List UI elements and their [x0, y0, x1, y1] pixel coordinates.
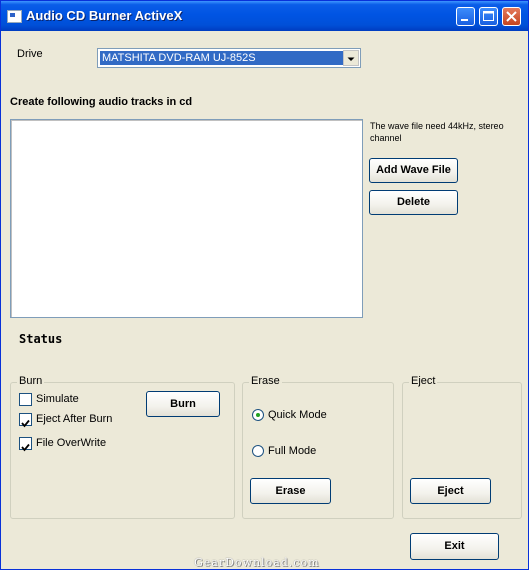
drive-label: Drive	[17, 48, 43, 60]
full-mode-label: Full Mode	[268, 445, 317, 457]
dropdown-arrow-button[interactable]	[343, 50, 359, 66]
tracks-list[interactable]	[10, 119, 363, 318]
minimize-icon	[461, 19, 468, 21]
burn-group: Burn Simulate Eject After Burn File Over…	[10, 375, 235, 519]
eject-group-caption: Eject	[409, 375, 438, 387]
drive-select[interactable]: MATSHITA DVD-RAM UJ-852S	[97, 48, 361, 68]
eject-group: Eject Eject	[402, 375, 522, 519]
eject-button[interactable]: Eject	[410, 478, 491, 504]
eject-button-label: Eject	[437, 485, 464, 497]
delete-button[interactable]: Delete	[369, 190, 458, 215]
wave-format-note-line: channel	[370, 133, 402, 143]
eject-after-burn-label: Eject After Burn	[36, 413, 113, 425]
app-icon	[7, 10, 22, 23]
tracks-heading: Create following audio tracks in cd	[10, 96, 193, 108]
quick-mode-label: Quick Mode	[268, 409, 327, 421]
wave-format-note-line: The wave file need 44kHz, stereo	[370, 121, 504, 131]
exit-button[interactable]: Exit	[410, 533, 499, 560]
erase-group: Erase Quick Mode Full Mode Erase	[242, 375, 394, 519]
chevron-down-icon	[347, 57, 355, 61]
watermark-text: GearDownload.com	[194, 556, 320, 569]
add-wave-file-label: Add Wave File	[376, 164, 451, 176]
radio-selected-dot	[256, 413, 260, 417]
erase-button[interactable]: Erase	[250, 478, 331, 504]
eject-after-burn-checkbox[interactable]	[19, 413, 32, 428]
file-overwrite-label: File OverWrite	[36, 437, 107, 449]
close-button[interactable]	[502, 7, 521, 26]
erase-group-caption: Erase	[249, 375, 282, 387]
close-icon	[506, 11, 517, 22]
add-wave-file-button[interactable]: Add Wave File	[369, 158, 458, 183]
checkmark-icon	[21, 443, 30, 452]
wave-format-note: The wave file need 44kHz, stereo channel	[370, 120, 504, 144]
quick-mode-radio[interactable]	[252, 409, 264, 421]
status-label: Status	[19, 332, 63, 346]
maximize-icon	[483, 11, 494, 21]
full-mode-radio[interactable]	[252, 445, 264, 457]
burn-group-caption: Burn	[17, 375, 45, 387]
simulate-checkbox[interactable]	[19, 393, 32, 406]
delete-label: Delete	[396, 196, 431, 208]
app-window: Audio CD Burner ActiveX Drive MATSHITA D…	[0, 0, 529, 570]
erase-button-label: Erase	[275, 485, 306, 497]
title-bar[interactable]: Audio CD Burner ActiveX	[1, 1, 528, 31]
maximize-button[interactable]	[479, 7, 498, 26]
minimize-button[interactable]	[456, 7, 475, 26]
window-title: Audio CD Burner ActiveX	[26, 8, 183, 23]
drive-select-value: MATSHITA DVD-RAM UJ-852S	[100, 51, 344, 65]
checkmark-icon	[21, 419, 30, 428]
simulate-label: Simulate	[36, 393, 79, 405]
burn-button-label: Burn	[170, 398, 196, 410]
exit-button-label: Exit	[444, 540, 465, 552]
burn-button[interactable]: Burn	[146, 391, 220, 417]
file-overwrite-checkbox[interactable]	[19, 437, 32, 452]
